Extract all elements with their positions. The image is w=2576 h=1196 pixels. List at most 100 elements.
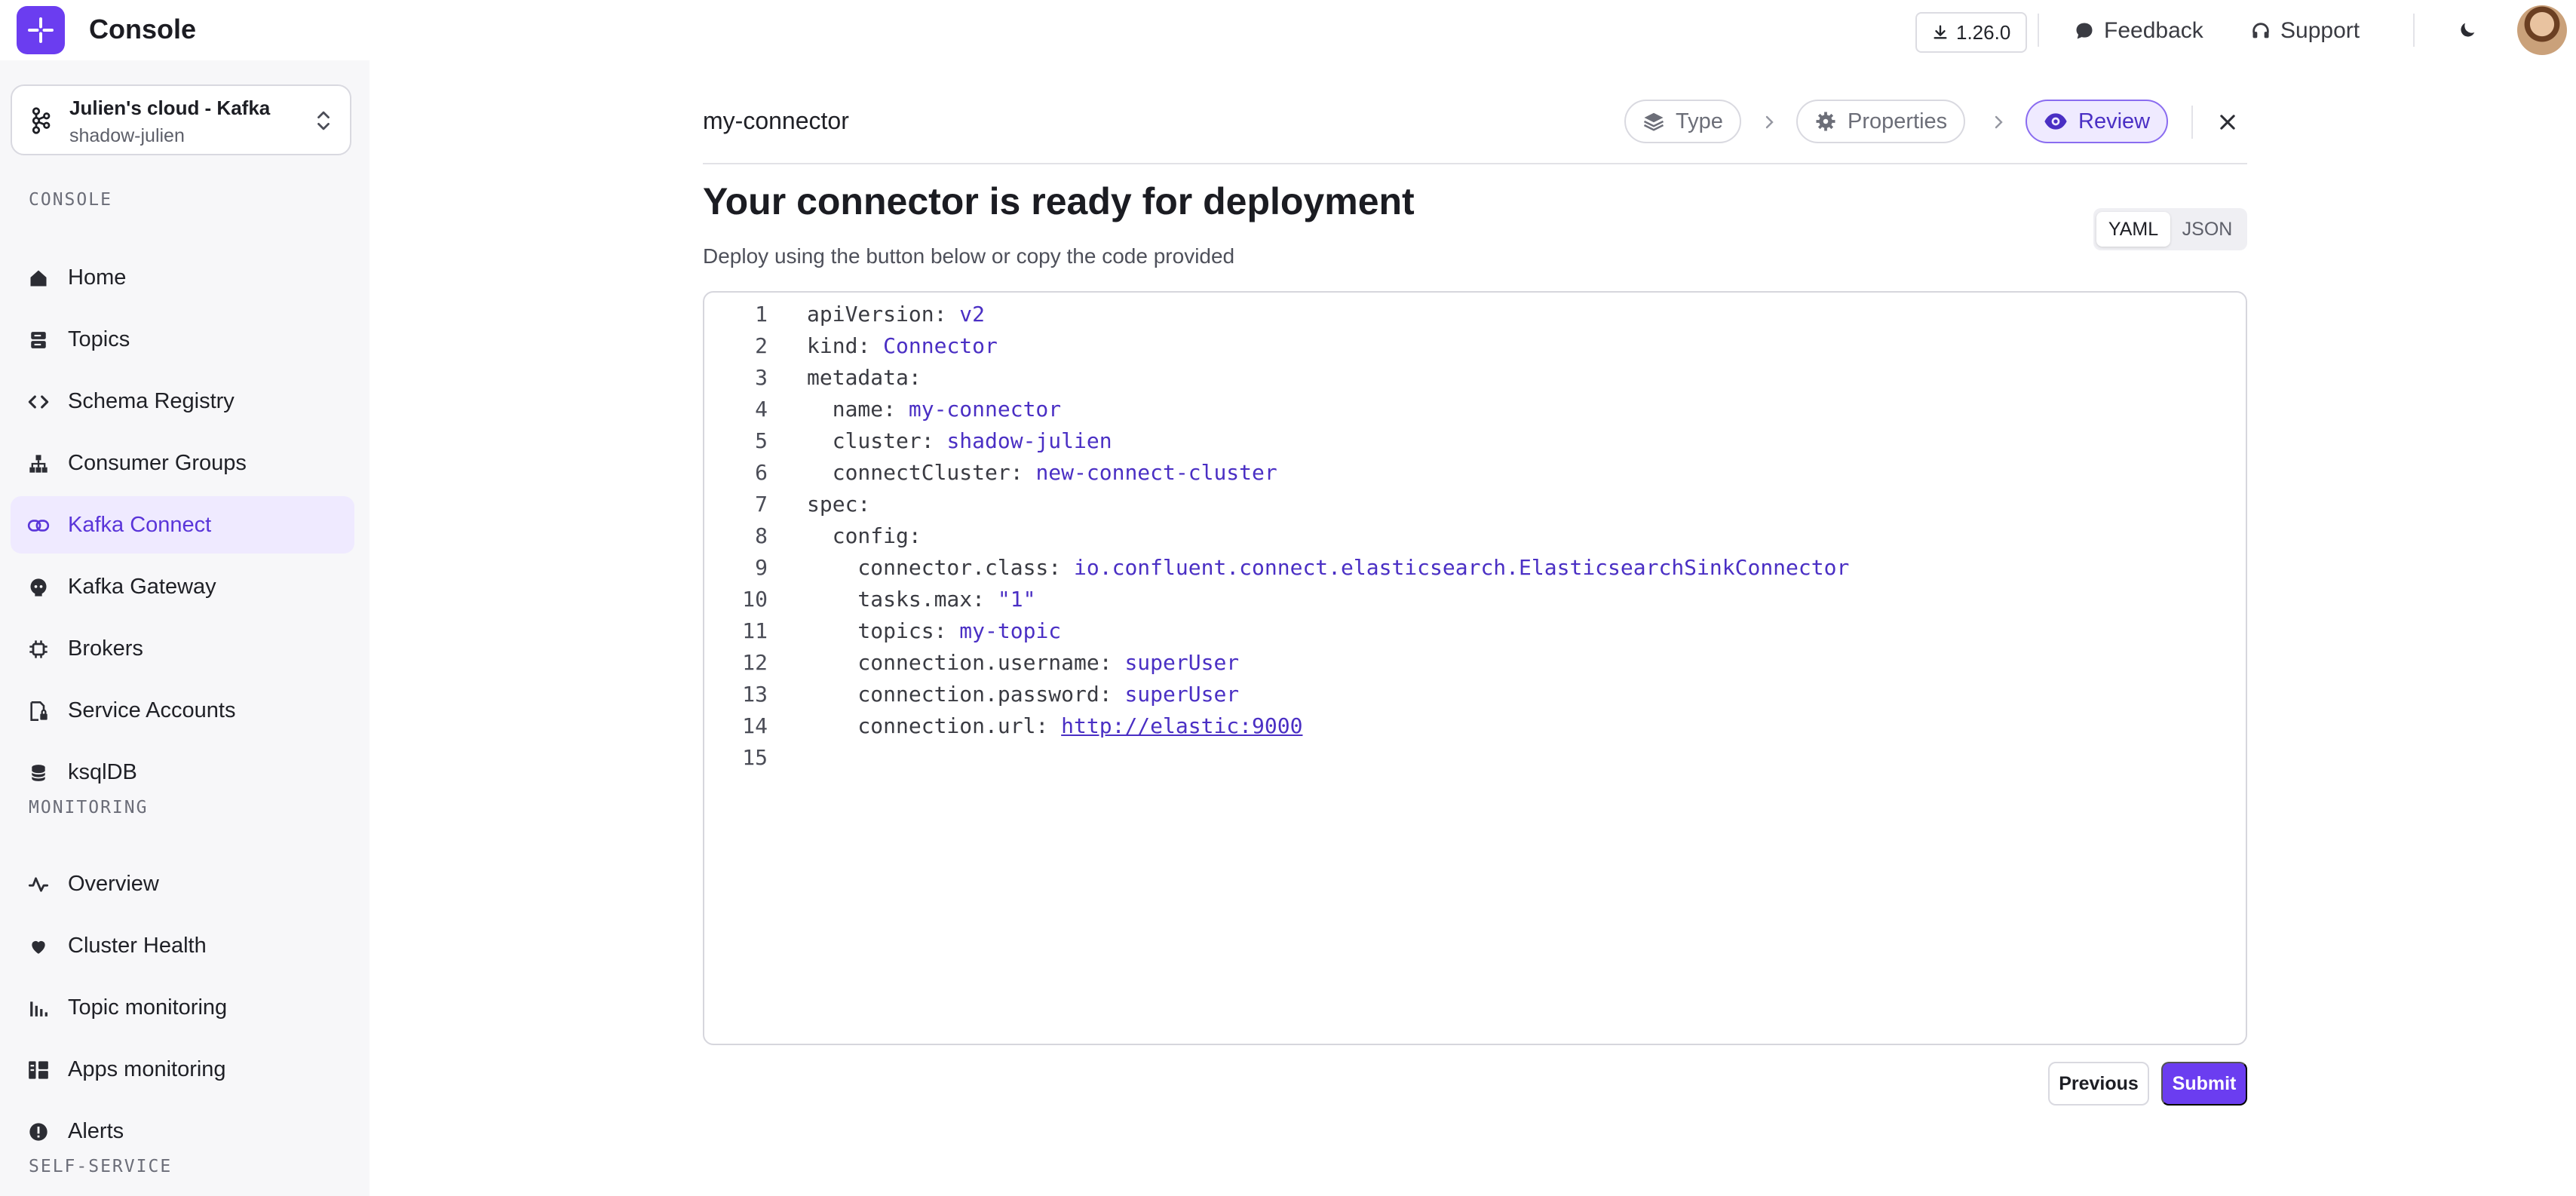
user-avatar[interactable] bbox=[2517, 5, 2567, 55]
step-label: Type bbox=[1676, 109, 1723, 133]
top-bar: Console 1.26.0 Feedback Support bbox=[0, 0, 2576, 60]
sidebar-item-kafka-gateway[interactable]: Kafka Gateway bbox=[11, 558, 354, 615]
sidebar-item-label: Topics bbox=[68, 327, 130, 351]
close-icon[interactable] bbox=[2214, 109, 2241, 136]
sidebar-item-topics[interactable]: Topics bbox=[11, 311, 354, 368]
step-properties[interactable]: Properties bbox=[1796, 100, 1966, 143]
format-toggle: YAML JSON bbox=[2093, 208, 2247, 250]
sidebar-item-schema-registry[interactable]: Schema Registry bbox=[11, 373, 354, 430]
sidebar-item-consumer-groups[interactable]: Consumer Groups bbox=[11, 434, 354, 492]
code-line: 12 connection.username: superUser bbox=[742, 650, 1240, 675]
sidebar-item-label: Apps monitoring bbox=[68, 1057, 226, 1081]
apps-grid-icon bbox=[27, 1059, 50, 1081]
feedback-link[interactable]: Feedback bbox=[2074, 12, 2203, 50]
chevron-right-icon bbox=[1765, 115, 1774, 129]
code-line: 6 connectCluster: new-connect-cluster bbox=[755, 460, 1277, 485]
sidebar-item-service-accounts[interactable]: Service Accounts bbox=[11, 682, 354, 739]
section-label-monitoring: MONITORING bbox=[29, 798, 149, 817]
sidebar-item-label: Kafka Connect bbox=[68, 513, 212, 537]
sidebar-item-alerts[interactable]: Alerts bbox=[11, 1102, 354, 1160]
topics-stack-icon bbox=[27, 329, 50, 351]
code-editor[interactable]: 1 apiVersion: v2 2 kind: Connector 3 metada… bbox=[703, 291, 2247, 1045]
feedback-label: Feedback bbox=[2104, 18, 2203, 43]
cluster-name: Julien's cloud - Kafka bbox=[69, 97, 271, 119]
kafka-icon bbox=[32, 107, 51, 134]
layers-icon bbox=[1643, 112, 1664, 131]
sidebar-item-label: Schema Registry bbox=[68, 389, 235, 413]
page-subtitle: Deploy using the button below or copy th… bbox=[703, 244, 1235, 268]
cluster-subtitle: shadow-julien bbox=[69, 125, 185, 146]
format-json-tab[interactable]: JSON bbox=[2170, 212, 2244, 247]
sidebar-item-label: Home bbox=[68, 265, 127, 290]
sidebar-item-home[interactable]: Home bbox=[11, 249, 354, 306]
code-line: 1 apiVersion: v2 bbox=[755, 302, 986, 327]
sidebar-item-topic-monitoring[interactable]: Topic monitoring bbox=[11, 979, 354, 1036]
bar-chart-icon bbox=[27, 997, 50, 1020]
step-label: Review bbox=[2078, 109, 2151, 133]
sidebar-item-label: Cluster Health bbox=[68, 934, 207, 958]
sidebar-item-brokers[interactable]: Brokers bbox=[11, 620, 354, 677]
sidebar-item-label: Brokers bbox=[68, 636, 143, 661]
sidebar-item-label: ksqlDB bbox=[68, 760, 137, 784]
link-icon bbox=[27, 514, 50, 537]
page-title: Your connector is ready for deployment bbox=[703, 180, 1415, 222]
version-download-button[interactable]: 1.26.0 bbox=[1915, 12, 2028, 53]
sidebar-item-kafka-connect[interactable]: Kafka Connect bbox=[11, 496, 354, 554]
code-url-link[interactable]: http://elastic:9000 bbox=[1061, 713, 1302, 738]
chat-bubble-icon bbox=[2076, 23, 2093, 39]
chevron-up-down-icon bbox=[317, 111, 330, 130]
eye-icon bbox=[2044, 113, 2067, 130]
step-label: Properties bbox=[1848, 109, 1948, 133]
code-line: 4 name: my-connector bbox=[755, 397, 1062, 422]
code-brackets-icon bbox=[27, 391, 50, 413]
divider bbox=[2413, 14, 2415, 47]
version-label: 1.26.0 bbox=[1956, 20, 2011, 44]
cluster-selector[interactable]: Julien's cloud - Kafka shadow-julien bbox=[11, 84, 351, 155]
section-label-console: CONSOLE bbox=[29, 190, 112, 210]
section-label-self-service: SELF-SERVICE bbox=[29, 1157, 173, 1176]
step-type[interactable]: Type bbox=[1624, 100, 1741, 143]
alert-circle-icon bbox=[27, 1121, 50, 1143]
home-icon bbox=[27, 267, 50, 290]
sidebar: Julien's cloud - Kafka shadow-julien CON… bbox=[0, 60, 370, 1196]
sidebar-item-overview[interactable]: Overview bbox=[11, 855, 354, 912]
hierarchy-icon bbox=[27, 452, 50, 475]
chip-icon bbox=[27, 638, 50, 661]
app-logo-icon[interactable] bbox=[17, 6, 65, 54]
sidebar-item-apps-monitoring[interactable]: Apps monitoring bbox=[11, 1041, 354, 1098]
sidebar-item-label: Alerts bbox=[68, 1119, 124, 1143]
sidebar-item-label: Service Accounts bbox=[68, 698, 236, 722]
sidebar-item-cluster-health[interactable]: Cluster Health bbox=[11, 917, 354, 974]
format-yaml-tab[interactable]: YAML bbox=[2096, 212, 2170, 247]
activity-pulse-icon bbox=[27, 873, 50, 896]
code-line: 15 bbox=[742, 745, 768, 770]
app-title: Console bbox=[89, 14, 197, 44]
code-line: 10 tasks.max: "1" bbox=[742, 587, 1036, 612]
sidebar-item-label: Topic monitoring bbox=[68, 995, 228, 1020]
sidebar-item-ksqldb[interactable]: ksqlDB bbox=[11, 744, 354, 801]
document-lock-icon bbox=[27, 700, 50, 722]
code-line: 7 spec: bbox=[755, 492, 871, 517]
database-icon bbox=[27, 762, 50, 784]
chevron-right-icon bbox=[1995, 115, 2003, 129]
divider bbox=[2038, 14, 2039, 47]
sidebar-item-label: Overview bbox=[68, 872, 159, 896]
gear-icon bbox=[1816, 112, 1835, 131]
heart-icon bbox=[27, 935, 50, 958]
code-line: 5 cluster: shadow-julien bbox=[755, 428, 1112, 453]
code-line: 3 metadata: bbox=[755, 365, 922, 390]
support-link[interactable]: Support bbox=[2250, 12, 2360, 50]
submit-button[interactable]: Submit bbox=[2161, 1062, 2247, 1106]
theme-toggle-moon-icon[interactable] bbox=[2452, 15, 2482, 45]
divider bbox=[2191, 106, 2193, 139]
step-review[interactable]: Review bbox=[2026, 100, 2169, 143]
sidebar-item-label: Consumer Groups bbox=[68, 451, 247, 475]
header-divider bbox=[703, 163, 2247, 164]
previous-button[interactable]: Previous bbox=[2048, 1062, 2149, 1106]
gateway-icon bbox=[27, 576, 50, 599]
headset-icon bbox=[2252, 23, 2269, 38]
code-line: 14 connection.url: http://elastic:9000 bbox=[742, 713, 1303, 738]
code-line: 2 kind: Connector bbox=[755, 333, 998, 358]
sidebar-item-label: Kafka Gateway bbox=[68, 575, 216, 599]
code-line: 9 connector.class: io.confluent.connect.… bbox=[755, 555, 1850, 580]
